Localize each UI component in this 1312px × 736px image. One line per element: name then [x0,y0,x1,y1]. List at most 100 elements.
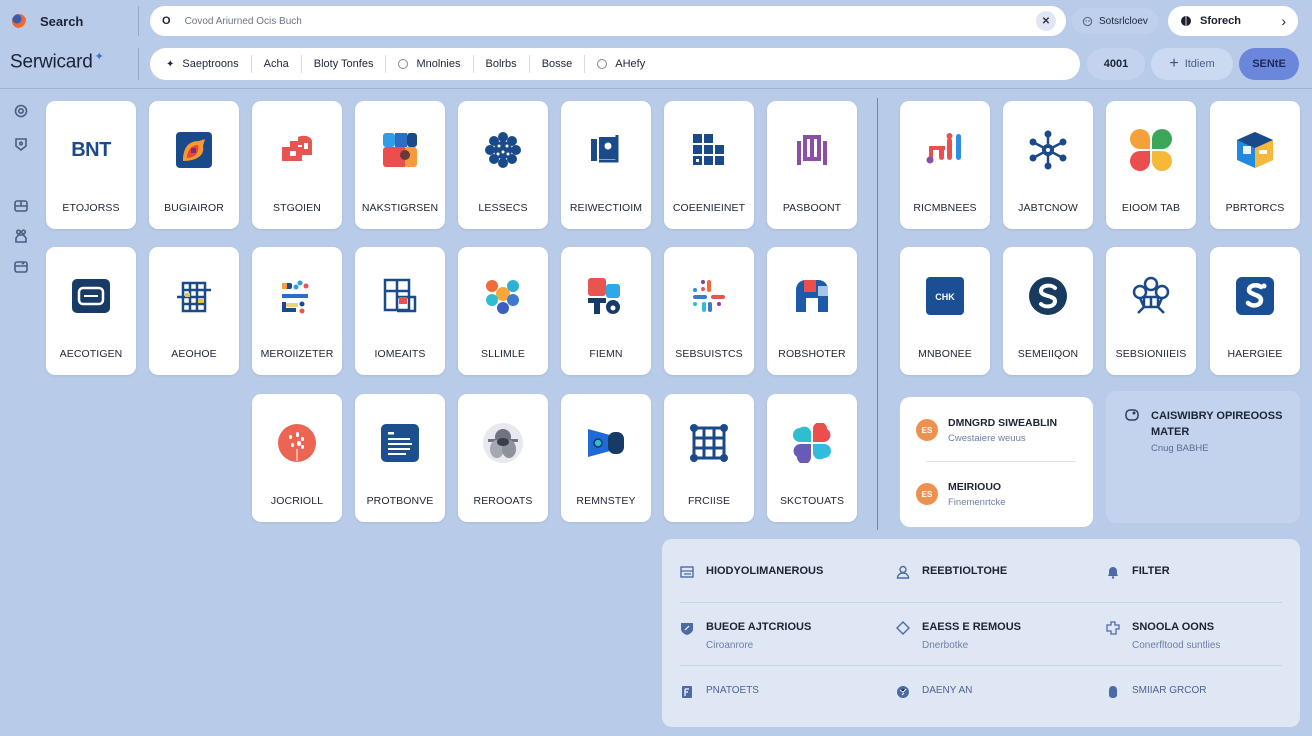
panel-option-subtitle: Conerfltood suntlies [1132,640,1221,651]
app-tile-label: EIOOM TAB [1121,202,1181,214]
filter-item-0[interactable]: ✦ Saeptroons [166,55,252,73]
panel-option[interactable]: DAENY AN [896,685,972,704]
people-network-icon [1130,275,1172,317]
app-tile[interactable]: AEOHOE [149,247,239,375]
app-tile-label: PROTBONVE [366,495,434,507]
app-tile[interactable]: REMNSTEY [561,394,651,522]
app-tile[interactable]: NAKSTIGRSEN [355,101,445,229]
app-tile[interactable]: AECOTIGEN [46,247,136,375]
panel-option[interactable]: SNOOLA OONS Conerfltood suntlies [1106,621,1220,651]
panel-option-subtitle: Dnerbotke [922,640,969,651]
filter-item-5[interactable]: Bosse [530,55,586,73]
filter-item-1[interactable]: Acha [252,55,302,73]
settings-icon[interactable] [12,102,30,120]
app-tile[interactable]: REIWECTIOIM [561,101,651,229]
panel-option[interactable]: FILTER [1106,565,1170,584]
app-tile[interactable]: JABTCNOW [1003,101,1093,229]
divider [138,6,139,36]
color-circles-icon [482,275,524,317]
app-tile[interactable]: PASBOONT [767,101,857,229]
search-bar[interactable]: O ✕ [150,6,1066,36]
panel-option[interactable]: REEBTIOLTOHE [896,565,1007,584]
app-tile[interactable]: MEROIIZETER [252,247,342,375]
panel-option[interactable]: PNATOETS [680,685,759,704]
person-item[interactable]: ES DMNGRD SIWEABLIN Cwestaiere weuus [916,417,1057,444]
bookmark-icon [680,685,694,704]
bell-icon [1106,565,1120,584]
app-tile[interactable]: CHK MNBONEE [900,247,990,375]
app-tile[interactable]: SKCTOUATS [767,394,857,522]
panel-option-title: DAENY AN [922,685,973,696]
s-circle-icon [1027,275,1069,317]
search-input[interactable] [184,15,1036,27]
app-tile[interactable]: SEBSUISTCS [664,247,754,375]
panel-option-text: SNOOLA OONS Conerfltood suntlies [1132,621,1220,651]
app-tile-label: PASBOONT [782,202,842,214]
panel-option[interactable]: EAESS E REMOUS Dnerbotke [896,621,1021,651]
filter-item-4[interactable]: Bolrbs [474,55,530,73]
shield-icon[interactable] [12,135,30,153]
panel-option[interactable]: SMIIAR GRCOR [1106,685,1206,704]
panel-option-title: SMIIAR GRCOR [1132,685,1207,696]
filter-item-6[interactable]: AHefy [585,55,657,73]
brain-icon [1181,16,1191,26]
panel-option[interactable]: HIODYOLIMANEROUS [680,565,823,584]
app-tile[interactable]: COEENIEINET [664,101,754,229]
app-tile-label: AEOHOE [171,348,217,360]
filter-item-2[interactable]: Bloty Tonfes [302,55,387,73]
panel-option-title: REEBTIOLTOHE [922,565,1008,577]
brand-search-label[interactable]: Search [40,14,83,29]
app-tile-label: SEMEIIQON [1017,348,1079,360]
app-tile[interactable]: HAERGIEE [1210,247,1300,375]
app-tile[interactable]: SEMEIIQON [1003,247,1093,375]
filter-item-3[interactable]: Mnolnies [386,55,474,73]
app-tile[interactable]: SEBSIONIIEIS [1106,247,1196,375]
app-tile[interactable]: BNT ETOJORSS [46,101,136,229]
radio-icon[interactable] [398,59,409,69]
grid-icon [688,129,730,171]
app-tile[interactable]: PROTBONVE [355,394,445,522]
app-tile-label: JABTCNOW [1018,202,1078,214]
app-tile[interactable]: REROOATS [458,394,548,522]
list-dots-icon [276,275,318,317]
note-card[interactable]: CAISWIBRY OPIREOOSS MATER Cnug BABHE [1106,391,1300,523]
hand-icon [1106,685,1120,704]
add-item-button[interactable]: + Itdiem [1151,48,1233,80]
app-tile[interactable]: BUGIAIROR [149,101,239,229]
app-tile-label: MNBONEE [918,348,972,360]
clear-search-button[interactable]: ✕ [1036,11,1056,31]
app-tile[interactable]: FIEMN [561,247,651,375]
app-tile[interactable]: RICMBNEES [900,101,990,229]
app-tile[interactable]: ROBSHOTER [767,247,857,375]
app-tile[interactable]: IOMEAITS [355,247,445,375]
app-tile[interactable]: SLLIMLE [458,247,548,375]
app-tile[interactable]: JOCRIOLL [252,394,342,522]
card-icon[interactable] [12,258,30,276]
search-pill-button[interactable]: Sforech › [1168,6,1298,36]
app-tile[interactable]: PBRTORCS [1210,101,1300,229]
layout-icon[interactable] [12,197,30,215]
panel-option[interactable]: BUEOE AJTCRIOUS Ciroanrore [680,621,811,651]
saved-searches-chip[interactable]: Sotsrlcloev [1072,8,1158,34]
note-title: CAISWIBRY OPIREOOSS MATER [1151,410,1283,438]
app-tile[interactable]: STGOIEN [252,101,342,229]
app-tile[interactable]: EIOOM TAB [1106,101,1196,229]
panel-option-text: DAENY AN [922,685,972,696]
panel-option-text: FILTER [1132,565,1170,577]
divider [138,48,139,80]
users-icon[interactable] [12,227,30,245]
photo-frame-icon [585,129,627,171]
save-button[interactable]: SENtE [1239,48,1299,80]
app-tile-label: SEBSIONIIEIS [1115,348,1187,360]
app-tile-label: SEBSUISTCS [675,348,743,360]
app-tile[interactable]: FRCIISE [664,394,754,522]
filter-bar: ✦ Saeptroons Acha Bloty Tonfes Mnolnies … [150,48,1080,80]
app-tile[interactable]: LESSECS [458,101,548,229]
window-grid-icon [379,275,421,317]
slack-like-icon [688,275,730,317]
radio-icon[interactable] [597,59,608,69]
panel-option-title: EAESS E REMOUS [922,621,1022,633]
network-hub-icon [1027,129,1069,171]
app-tile-label: REMNSTEY [576,495,636,507]
person-item[interactable]: ES MEIRIOUO Finemenrtcke [916,481,1006,508]
